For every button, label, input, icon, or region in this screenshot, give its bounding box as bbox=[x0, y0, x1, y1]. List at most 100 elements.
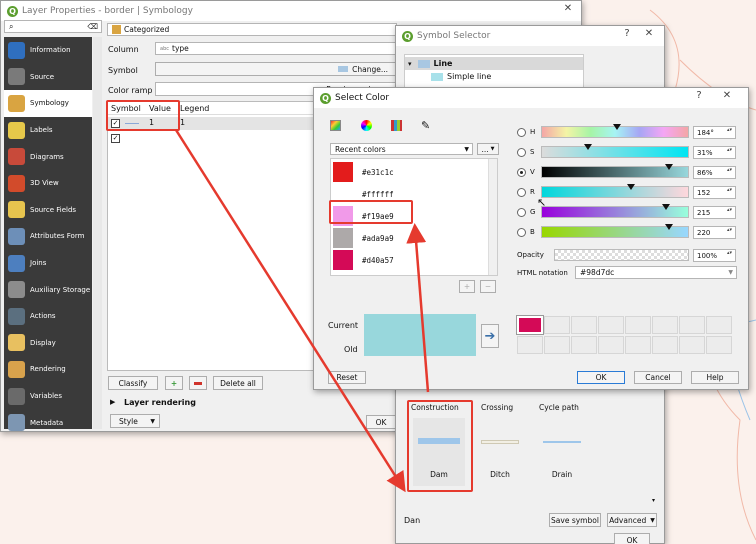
style-menu-button[interactable]: Style ▼ bbox=[110, 414, 160, 428]
close-icon[interactable]: ✕ bbox=[720, 90, 734, 101]
slider-thumb[interactable] bbox=[626, 184, 635, 190]
channel-radio[interactable] bbox=[517, 228, 526, 237]
sidebar-item-joins[interactable]: Joins bbox=[4, 250, 92, 277]
expand-icon[interactable]: ▶ bbox=[110, 398, 115, 406]
delete-all-button[interactable]: Delete all bbox=[213, 376, 263, 390]
sidebar-scrollbar[interactable] bbox=[93, 37, 102, 429]
symbol-change-button[interactable]: Change... bbox=[155, 62, 397, 76]
reset-button[interactable]: Reset bbox=[328, 371, 366, 384]
swatch-item[interactable]: #e31c1c bbox=[331, 161, 491, 183]
custom-color-cell[interactable] bbox=[679, 316, 705, 334]
symbol-ok-button[interactable]: OK bbox=[614, 533, 650, 544]
channel-radio[interactable] bbox=[517, 208, 526, 217]
slider-thumb[interactable] bbox=[613, 124, 622, 130]
swatch-scrollbar[interactable] bbox=[488, 159, 497, 275]
sidebar-item-labels[interactable]: Labels bbox=[4, 117, 92, 144]
layer-rendering-label[interactable]: Layer rendering bbox=[124, 398, 196, 407]
slider-thumb[interactable] bbox=[583, 144, 592, 150]
add-swatch-button[interactable]: + bbox=[459, 280, 475, 293]
swatch-item[interactable]: #ada9a9 bbox=[331, 227, 491, 249]
sidebar-item-source-fields[interactable]: Source Fields bbox=[4, 197, 92, 224]
eyedropper-icon[interactable]: ✎ bbox=[421, 119, 430, 132]
custom-color-cell[interactable] bbox=[706, 316, 732, 334]
color-wheel-mode-icon[interactable] bbox=[361, 120, 372, 131]
sidebar-item-symbology[interactable]: Symbology bbox=[4, 90, 92, 117]
sidebar-item-display[interactable]: Display bbox=[4, 330, 92, 357]
html-notation-input[interactable]: #98d7dc ▼ bbox=[575, 266, 737, 279]
channel-slider[interactable] bbox=[541, 184, 689, 198]
slider-thumb[interactable] bbox=[662, 204, 671, 210]
channel-radio[interactable] bbox=[517, 148, 526, 157]
classify-button[interactable]: Classify bbox=[108, 376, 158, 390]
sidebar-item-3d-view[interactable]: 3D View bbox=[4, 170, 92, 197]
apply-old-color-button[interactable]: ➔ bbox=[481, 324, 499, 348]
custom-color-cell[interactable] bbox=[598, 336, 624, 354]
opacity-spin[interactable]: 100% bbox=[693, 249, 736, 262]
help-button[interactable]: Help bbox=[691, 371, 739, 384]
custom-color-cell[interactable] bbox=[706, 336, 732, 354]
channel-slider[interactable] bbox=[541, 164, 689, 178]
add-class-button[interactable]: + bbox=[165, 376, 183, 390]
custom-color-cell[interactable] bbox=[652, 316, 678, 334]
opacity-slider[interactable] bbox=[554, 249, 689, 261]
slider-thumb[interactable] bbox=[665, 164, 674, 170]
palette-menu-button[interactable]: ... ▼ bbox=[477, 143, 499, 155]
sidebar-item-auxiliary-storage[interactable]: Auxiliary Storage bbox=[4, 276, 92, 303]
clear-icon[interactable]: ⌫ bbox=[87, 22, 98, 31]
custom-color-cell[interactable] bbox=[571, 336, 597, 354]
custom-color-cell[interactable] bbox=[544, 316, 570, 334]
channel-spin[interactable]: 215 bbox=[693, 206, 736, 219]
symbol-name-field[interactable]: Dan bbox=[404, 516, 420, 525]
collapse-icon[interactable]: ▾ bbox=[408, 60, 412, 68]
sidebar-item-attributes-form[interactable]: Attributes Form bbox=[4, 223, 92, 250]
scroll-down-icon[interactable]: ▾ bbox=[652, 497, 655, 504]
swatch-grid-mode-icon[interactable] bbox=[391, 120, 402, 131]
remove-swatch-button[interactable]: − bbox=[480, 280, 496, 293]
sidebar-search-input[interactable]: ⌕ ⌫ bbox=[4, 20, 102, 33]
custom-color-cell[interactable] bbox=[544, 336, 570, 354]
advanced-button[interactable]: Advanced ▼ bbox=[607, 513, 657, 527]
renderer-select[interactable]: Categorized bbox=[107, 23, 397, 36]
sidebar-item-metadata[interactable]: Metadata bbox=[4, 409, 92, 436]
channel-slider[interactable] bbox=[541, 124, 689, 138]
custom-color-cell[interactable] bbox=[679, 336, 705, 354]
channel-spin[interactable]: 184° bbox=[693, 126, 736, 139]
sidebar-item-rendering[interactable]: Rendering bbox=[4, 356, 92, 383]
help-icon[interactable]: ? bbox=[620, 28, 634, 39]
remove-class-button[interactable] bbox=[189, 376, 207, 390]
tree-item-simple-line[interactable]: Simple line bbox=[431, 72, 491, 81]
column-select[interactable]: abc type bbox=[155, 42, 397, 55]
custom-color-cell[interactable] bbox=[652, 336, 678, 354]
channel-spin[interactable]: 31% bbox=[693, 146, 736, 159]
row-checkbox[interactable]: ✓ bbox=[111, 134, 120, 143]
sidebar-item-information[interactable]: Information bbox=[4, 37, 92, 64]
channel-spin[interactable]: 152 bbox=[693, 186, 736, 199]
sidebar-item-source[interactable]: Source bbox=[4, 64, 92, 91]
layer-ok-button[interactable]: OK bbox=[366, 415, 396, 429]
symbol-tile-ditch[interactable]: Ditch bbox=[474, 418, 526, 486]
sidebar-item-variables[interactable]: Variables bbox=[4, 383, 92, 410]
old-color-swatch[interactable] bbox=[364, 335, 476, 356]
close-icon[interactable]: ✕ bbox=[561, 3, 575, 14]
help-icon[interactable]: ? bbox=[692, 90, 706, 101]
color-ok-button[interactable]: OK bbox=[577, 371, 625, 384]
channel-slider[interactable] bbox=[541, 224, 689, 238]
channel-spin[interactable]: 86% bbox=[693, 166, 736, 179]
palette-select[interactable]: Recent colors ▼ bbox=[330, 143, 473, 155]
swatch-item[interactable]: #d40a57 bbox=[331, 249, 491, 271]
close-icon[interactable]: ✕ bbox=[642, 28, 656, 39]
save-symbol-button[interactable]: Save symbol bbox=[549, 513, 601, 527]
tree-item-line[interactable]: ▾ Line bbox=[405, 57, 583, 70]
color-ramp-mode-icon[interactable] bbox=[330, 120, 341, 131]
custom-color-cell[interactable] bbox=[598, 316, 624, 334]
custom-color-cell[interactable] bbox=[625, 336, 651, 354]
channel-radio[interactable] bbox=[517, 128, 526, 137]
custom-color-cell[interactable] bbox=[625, 316, 651, 334]
slider-thumb[interactable] bbox=[665, 224, 674, 230]
channel-radio[interactable] bbox=[517, 188, 526, 197]
channel-radio[interactable] bbox=[517, 168, 526, 177]
symbol-tile-drain[interactable]: Drain bbox=[536, 418, 588, 486]
custom-color-cell[interactable] bbox=[571, 316, 597, 334]
custom-color-cell[interactable] bbox=[517, 336, 543, 354]
channel-slider[interactable] bbox=[541, 204, 689, 218]
